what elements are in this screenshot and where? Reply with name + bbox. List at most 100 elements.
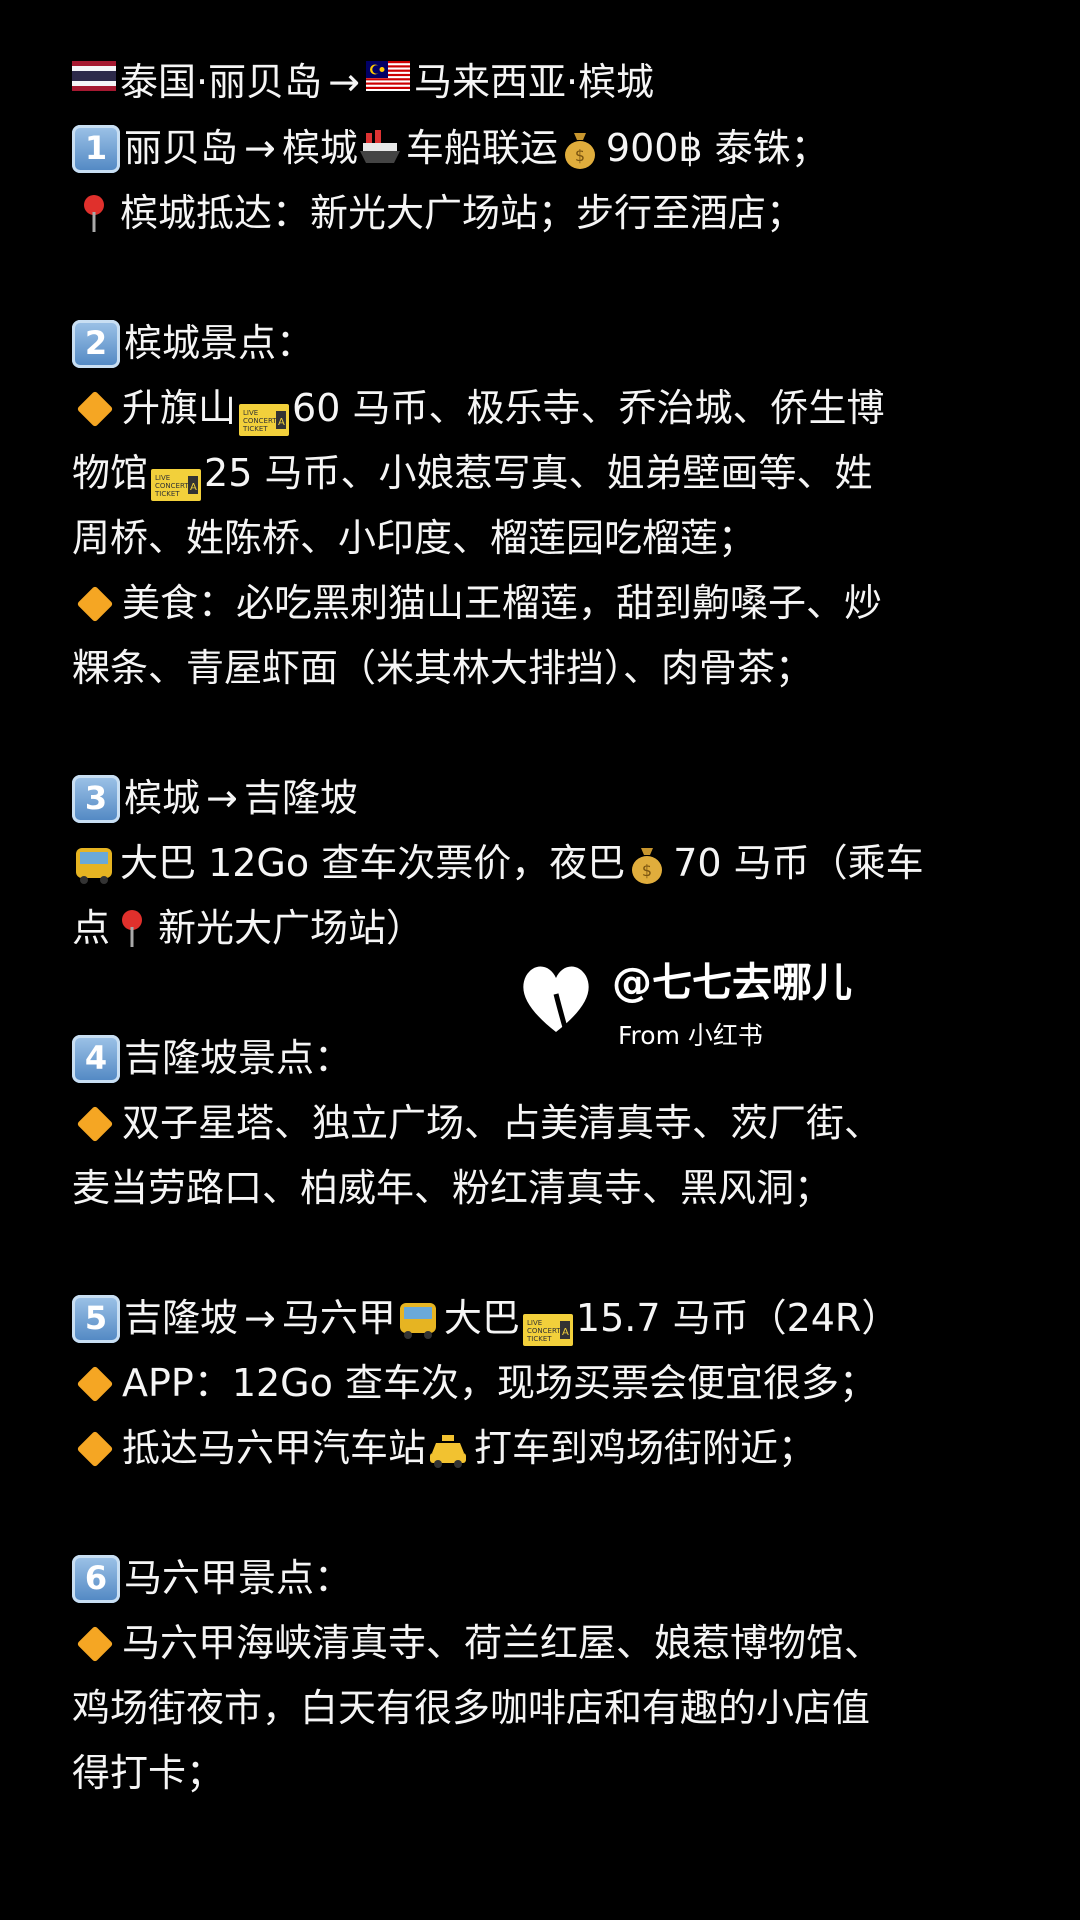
section-5-title: 5 吉隆坡 → 马六甲 大巴 LIVE CONCERT TICKET A 15.7 马… (72, 1286, 899, 1351)
section-2-title: 2 槟城景点： (72, 311, 314, 376)
arrow: → (328, 60, 360, 104)
section-2-line-5: 粿条、青屋虾面（米其林大排挡）、肉骨茶； (72, 636, 813, 701)
svg-text:CONCERT: CONCERT (155, 482, 189, 490)
svg-text:$: $ (642, 861, 652, 880)
body-text: 双子星塔、独立广场、占美清真寺、茨厂街、 (122, 1101, 883, 1145)
orange-diamond-icon (76, 1105, 114, 1142)
svg-text:LIVE: LIVE (243, 409, 258, 417)
section-3-line-1: 大巴 12Go 查车次票价，夜巴 $ 70 马币（乘车 (72, 831, 924, 896)
body-text: 马六甲海峡清真寺、荷兰红屋、娘惹博物馆、 (122, 1621, 883, 1665)
price-text: 15.7 马币（24R） (575, 1296, 900, 1340)
section-1-arrival: 槟城抵达：新光大广场站；步行至酒店； (72, 181, 804, 246)
body-text: 升旗山 (122, 386, 237, 430)
section-6-line-3: 得打卡； (72, 1741, 224, 1806)
taxi-icon (426, 1427, 470, 1471)
svg-text:TICKET: TICKET (526, 1335, 552, 1343)
body-text: 粿条、青屋虾面（米其林大排挡）、肉骨茶； (72, 646, 814, 690)
origin-text: 泰国·丽贝岛 (120, 60, 323, 104)
body-text: 美食：必吃黑刺猫山王榴莲，甜到齁嗓子、炒 (122, 581, 883, 625)
place-text: 丽贝岛 (124, 126, 239, 170)
orange-diamond-icon (76, 390, 114, 427)
keycap-6-icon: 6 (72, 1554, 120, 1603)
body-text: 大巴 (443, 1296, 520, 1340)
price-text: 900฿ 泰铢； (605, 126, 829, 170)
transport-text: 车船联运 (405, 126, 558, 170)
section-3-title: 3 槟城 → 吉隆坡 (72, 766, 358, 831)
body-text: 60 马币、极乐寺、乔治城、侨生博 (292, 386, 885, 430)
ticket-icon: LIVE CONCERT TICKET A (238, 392, 290, 436)
section-title: 马六甲景点： (124, 1556, 353, 1600)
body-text: 得打卡； (72, 1751, 225, 1795)
svg-text:$: $ (575, 146, 585, 165)
body-text: 25 马币、小娘惹写真、姐弟壁画等、姓 (204, 451, 873, 495)
body-text: 大巴 12Go 查车次票价，夜巴 (120, 841, 626, 885)
svg-text:A: A (278, 417, 285, 428)
keycap-5-icon: 5 (72, 1294, 120, 1343)
section-4-title: 4 吉隆坡景点： (72, 1026, 352, 1091)
section-5-line-1: APP：12Go 查车次，现场买票会便宜很多； (72, 1351, 877, 1416)
pin-icon (72, 192, 116, 236)
keycap-1-icon: 1 (72, 124, 120, 173)
svg-text:CONCERT: CONCERT (527, 1327, 561, 1335)
section-title: 吉隆坡景点： (124, 1036, 353, 1080)
body-text: 麦当劳路口、柏威年、粉红清真寺、黑风洞； (72, 1166, 833, 1210)
ticket-icon: LIVE CONCERT TICKET A (522, 1302, 574, 1346)
place-text: 槟城 (281, 126, 358, 170)
orange-diamond-icon (76, 1625, 114, 1662)
section-1-line: 1 丽贝岛 → 槟城 车船联运 $ 900฿ 泰铢； (72, 116, 829, 181)
watermark-handle: @七七去哪儿 (612, 960, 852, 1006)
svg-text:CONCERT: CONCERT (243, 417, 277, 425)
body-text: 打车到鸡场街附近； (474, 1426, 817, 1470)
place-text: 吉隆坡 (243, 776, 358, 820)
place-text: 吉隆坡 (124, 1296, 239, 1340)
section-2-line-4: 美食：必吃黑刺猫山王榴莲，甜到齁嗓子、炒 (72, 571, 882, 636)
heart-logo-icon (523, 966, 589, 1039)
place-text: 马六甲 (281, 1296, 396, 1340)
svg-text:TICKET: TICKET (154, 490, 180, 498)
section-6-title: 6 马六甲景点： (72, 1546, 352, 1611)
keycap-4-icon: 4 (72, 1034, 120, 1083)
svg-text:LIVE: LIVE (155, 474, 170, 482)
svg-text:TICKET: TICKET (242, 425, 268, 433)
arrow: → (244, 126, 276, 170)
section-4-line-1: 双子星塔、独立广场、占美清真寺、茨厂街、 (72, 1091, 882, 1156)
section-6-line-2: 鸡场街夜市，白天有很多咖啡店和有趣的小店值 (72, 1676, 870, 1741)
section-2-line-3: 周桥、姓陈桥、小印度、榴莲园吃榴莲； (72, 506, 756, 571)
section-title: 槟城景点： (124, 321, 315, 365)
body-text: 周桥、姓陈桥、小印度、榴莲园吃榴莲； (72, 516, 757, 560)
body-text: 70 马币（乘车 (673, 841, 924, 885)
body-text: 新光大广场站） (158, 906, 425, 950)
orange-diamond-icon (76, 1365, 114, 1402)
thailand-flag-icon (72, 60, 116, 105)
malaysia-flag-icon (365, 60, 410, 105)
money-bag-icon: $ (625, 842, 669, 886)
body-text: 物馆 (72, 451, 149, 495)
body-text: 鸡场街夜市，白天有很多咖啡店和有趣的小店值 (72, 1686, 871, 1730)
orange-diamond-icon (76, 585, 114, 622)
ship-icon (358, 127, 402, 171)
watermark: @七七去哪儿 From 小红书 (516, 950, 856, 1060)
body-text: 点 (72, 906, 111, 950)
bus-icon (396, 1297, 440, 1341)
section-4-line-2: 麦当劳路口、柏威年、粉红清真寺、黑风洞； (72, 1156, 832, 1221)
svg-text:A: A (190, 482, 197, 493)
section-6-line-1: 马六甲海峡清真寺、荷兰红屋、娘惹博物馆、 (72, 1611, 882, 1676)
place-text: 槟城 (124, 776, 201, 820)
arrow: → (244, 1296, 276, 1340)
keycap-3-icon: 3 (72, 774, 120, 823)
arrival-text: 槟城抵达：新光大广场站；步行至酒店； (120, 191, 805, 235)
arrow: → (206, 776, 238, 820)
section-5-line-2: 抵达马六甲汽车站 打车到鸡场街附近； (72, 1416, 816, 1481)
svg-text:LIVE: LIVE (527, 1319, 542, 1327)
route-header: 泰国·丽贝岛 → 马来西亚·槟城 (72, 50, 654, 115)
section-2-line-1: 升旗山 LIVE CONCERT TICKET A 60 马币、极乐寺、乔治城、侨生博 (72, 376, 884, 441)
section-2-line-2: 物馆 LIVE CONCERT TICKET A 25 马币、小娘惹写真、姐弟壁画等、… (72, 441, 872, 506)
orange-diamond-icon (76, 1430, 114, 1467)
body-text: APP：12Go 查车次，现场买票会便宜很多； (122, 1361, 877, 1405)
watermark-source: From 小红书 (618, 1021, 763, 1050)
money-bag-icon: $ (558, 127, 602, 171)
pin-icon (110, 907, 154, 951)
keycap-2-icon: 2 (72, 319, 120, 368)
svg-text:A: A (562, 1327, 569, 1338)
bus-icon (72, 842, 116, 886)
